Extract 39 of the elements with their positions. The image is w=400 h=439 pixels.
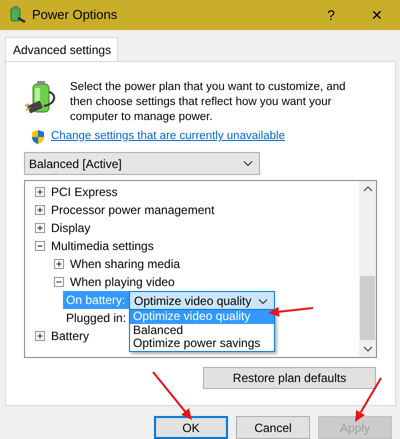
help-button[interactable]: ? <box>308 4 354 26</box>
tree-item[interactable]: PCI Express <box>51 183 118 202</box>
annotation-arrow <box>152 371 192 420</box>
intro-text: Select the power plan that you want to customize, and then choose settings that reflect how you want your computer to manage power. <box>70 80 347 125</box>
annotation-arrow <box>355 378 382 422</box>
expand-icon[interactable] <box>35 187 45 198</box>
tree-item[interactable]: When playing video <box>70 273 175 292</box>
plan-dropdown[interactable]: Balanced [Active] <box>24 152 260 176</box>
collapse-icon[interactable] <box>54 277 64 288</box>
scroll-up-icon[interactable] <box>362 185 372 192</box>
tree-item[interactable]: Display <box>51 219 90 238</box>
tree-item[interactable]: Multimedia settings <box>51 237 154 256</box>
dropdown-option[interactable]: Optimize power savings <box>130 337 274 351</box>
dropdown-option[interactable]: Balanced <box>130 324 274 338</box>
expand-icon[interactable] <box>35 223 45 234</box>
cancel-button[interactable]: Cancel <box>236 416 310 439</box>
tree-item[interactable]: When sharing media <box>70 255 180 274</box>
shield-icon <box>31 128 45 145</box>
setting-label[interactable]: Plugged in: <box>63 309 129 328</box>
scroll-thumb[interactable] <box>360 276 375 340</box>
scrollbar[interactable] <box>359 181 376 358</box>
annotation-arrow <box>268 306 314 317</box>
collapse-icon[interactable] <box>35 241 45 252</box>
expand-icon[interactable] <box>35 205 45 216</box>
window-title: Power Options <box>32 6 118 24</box>
ok-button[interactable]: OK <box>154 416 228 439</box>
expand-icon[interactable] <box>35 331 45 342</box>
tab[interactable]: Advanced settings <box>5 37 118 62</box>
chevron-down-icon <box>258 298 268 305</box>
restore-defaults-button[interactable]: Restore plan defaults <box>203 367 376 390</box>
power-icon <box>8 6 26 24</box>
chevron-down-icon <box>243 160 253 168</box>
tree-item[interactable]: Processor power management <box>51 201 214 220</box>
setting-dropdown[interactable]: Optimize video quality <box>129 291 275 312</box>
close-button[interactable]: ✕ <box>354 4 400 26</box>
settings-link[interactable]: Change settings that are currently unavailable <box>51 128 285 146</box>
expand-icon[interactable] <box>54 259 64 270</box>
scroll-down-icon[interactable] <box>362 346 372 354</box>
tree-item[interactable]: Battery <box>51 327 90 346</box>
